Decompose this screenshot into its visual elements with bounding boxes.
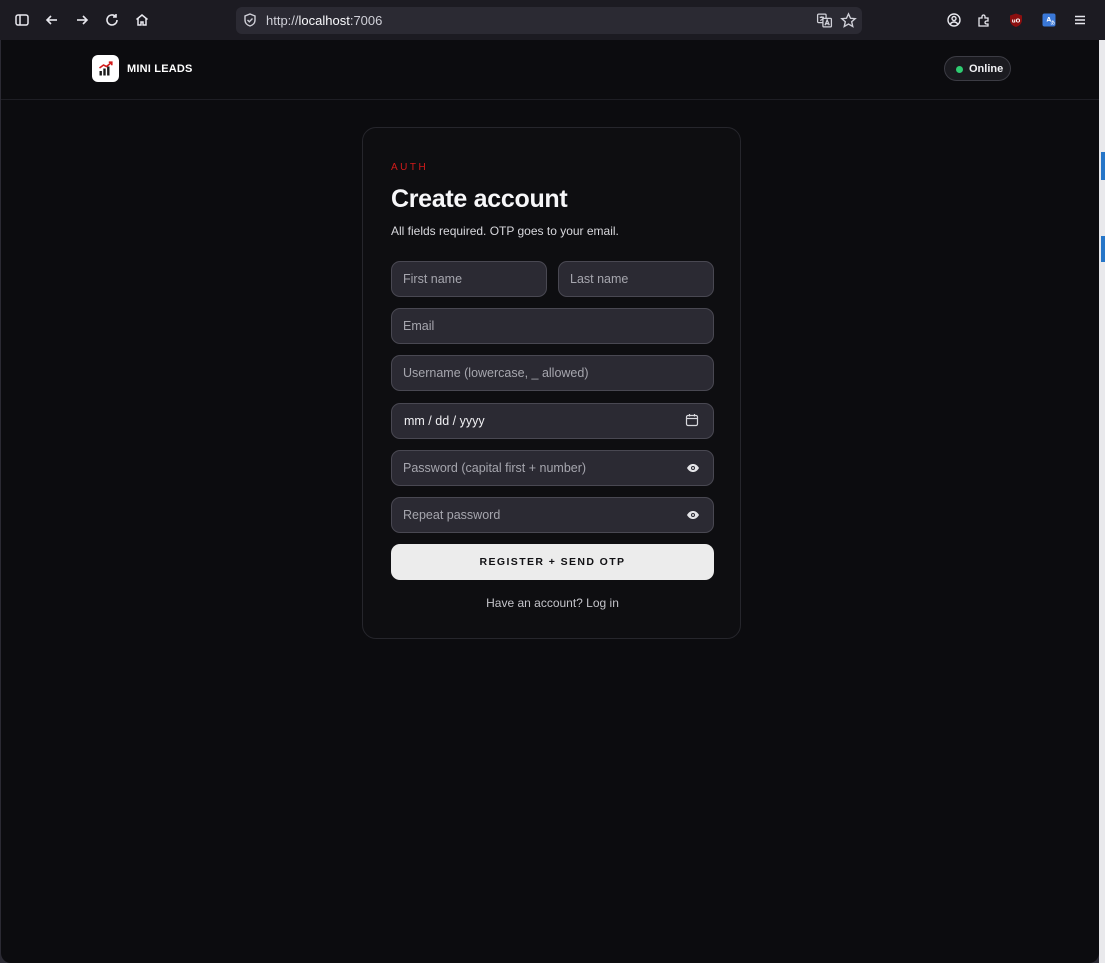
translate-icon[interactable] bbox=[816, 12, 833, 29]
sidebar-toggle-icon[interactable] bbox=[9, 8, 35, 32]
back-icon[interactable] bbox=[39, 8, 65, 32]
chart-logo-icon bbox=[98, 60, 113, 75]
home-icon[interactable] bbox=[129, 8, 155, 32]
url-text[interactable]: http://localhost:7006 bbox=[266, 13, 382, 28]
app-header: MINI LEADS Online bbox=[1, 40, 1099, 100]
reload-icon[interactable] bbox=[99, 8, 125, 32]
url-scheme: http:// bbox=[266, 13, 299, 28]
email-input[interactable] bbox=[391, 308, 714, 344]
page-subtitle: All fields required. OTP goes to your em… bbox=[391, 224, 619, 238]
password-field[interactable] bbox=[391, 450, 714, 486]
page-viewport: MINI LEADS Online AUTH Create account Al… bbox=[1, 40, 1099, 963]
app-logo[interactable] bbox=[92, 55, 119, 82]
register-card: AUTH Create account All fields required.… bbox=[362, 127, 741, 639]
last-name-input[interactable] bbox=[558, 261, 714, 297]
first-name-input[interactable] bbox=[391, 261, 547, 297]
section-eyebrow: AUTH bbox=[391, 162, 429, 173]
date-of-birth-input[interactable] bbox=[391, 403, 714, 439]
ublock-icon[interactable]: uO bbox=[1003, 8, 1029, 32]
status-badge: Online bbox=[944, 56, 1011, 81]
menu-icon[interactable] bbox=[1067, 8, 1093, 32]
show-repeat-password-eye-icon[interactable] bbox=[686, 508, 700, 522]
bookmark-star-icon[interactable] bbox=[840, 12, 857, 29]
svg-text:uO: uO bbox=[1012, 19, 1021, 25]
account-icon[interactable] bbox=[941, 8, 967, 32]
login-link[interactable]: Have an account? Log in bbox=[363, 596, 742, 610]
calendar-icon[interactable] bbox=[685, 413, 699, 427]
adjacent-window-mark bbox=[1101, 152, 1105, 180]
url-bar[interactable]: http://localhost:7006 bbox=[236, 7, 862, 34]
date-of-birth-field[interactable]: mm / dd / yyyy bbox=[391, 403, 714, 439]
password-input[interactable] bbox=[391, 450, 714, 486]
shield-icon[interactable] bbox=[242, 12, 258, 28]
repeat-password-input[interactable] bbox=[391, 497, 714, 533]
forward-icon[interactable] bbox=[69, 8, 95, 32]
translate-extension-icon[interactable]: Aあ bbox=[1036, 8, 1062, 32]
username-input[interactable] bbox=[391, 355, 714, 391]
repeat-password-field[interactable] bbox=[391, 497, 714, 533]
svg-text:あ: あ bbox=[1050, 21, 1055, 27]
status-text: Online bbox=[969, 63, 1004, 75]
url-port: :7006 bbox=[349, 13, 383, 28]
status-dot-icon bbox=[956, 66, 963, 73]
adjacent-window-mark bbox=[1101, 236, 1105, 262]
page-title: Create account bbox=[391, 185, 568, 213]
browser-toolbar: http://localhost:7006 uO Aあ bbox=[0, 0, 1105, 40]
brand-name: MINI LEADS bbox=[127, 63, 193, 75]
register-send-otp-button[interactable]: REGISTER + SEND OTP bbox=[391, 544, 714, 580]
extensions-icon[interactable] bbox=[971, 8, 997, 32]
url-host: localhost bbox=[298, 13, 350, 28]
show-password-eye-icon[interactable] bbox=[686, 461, 700, 475]
